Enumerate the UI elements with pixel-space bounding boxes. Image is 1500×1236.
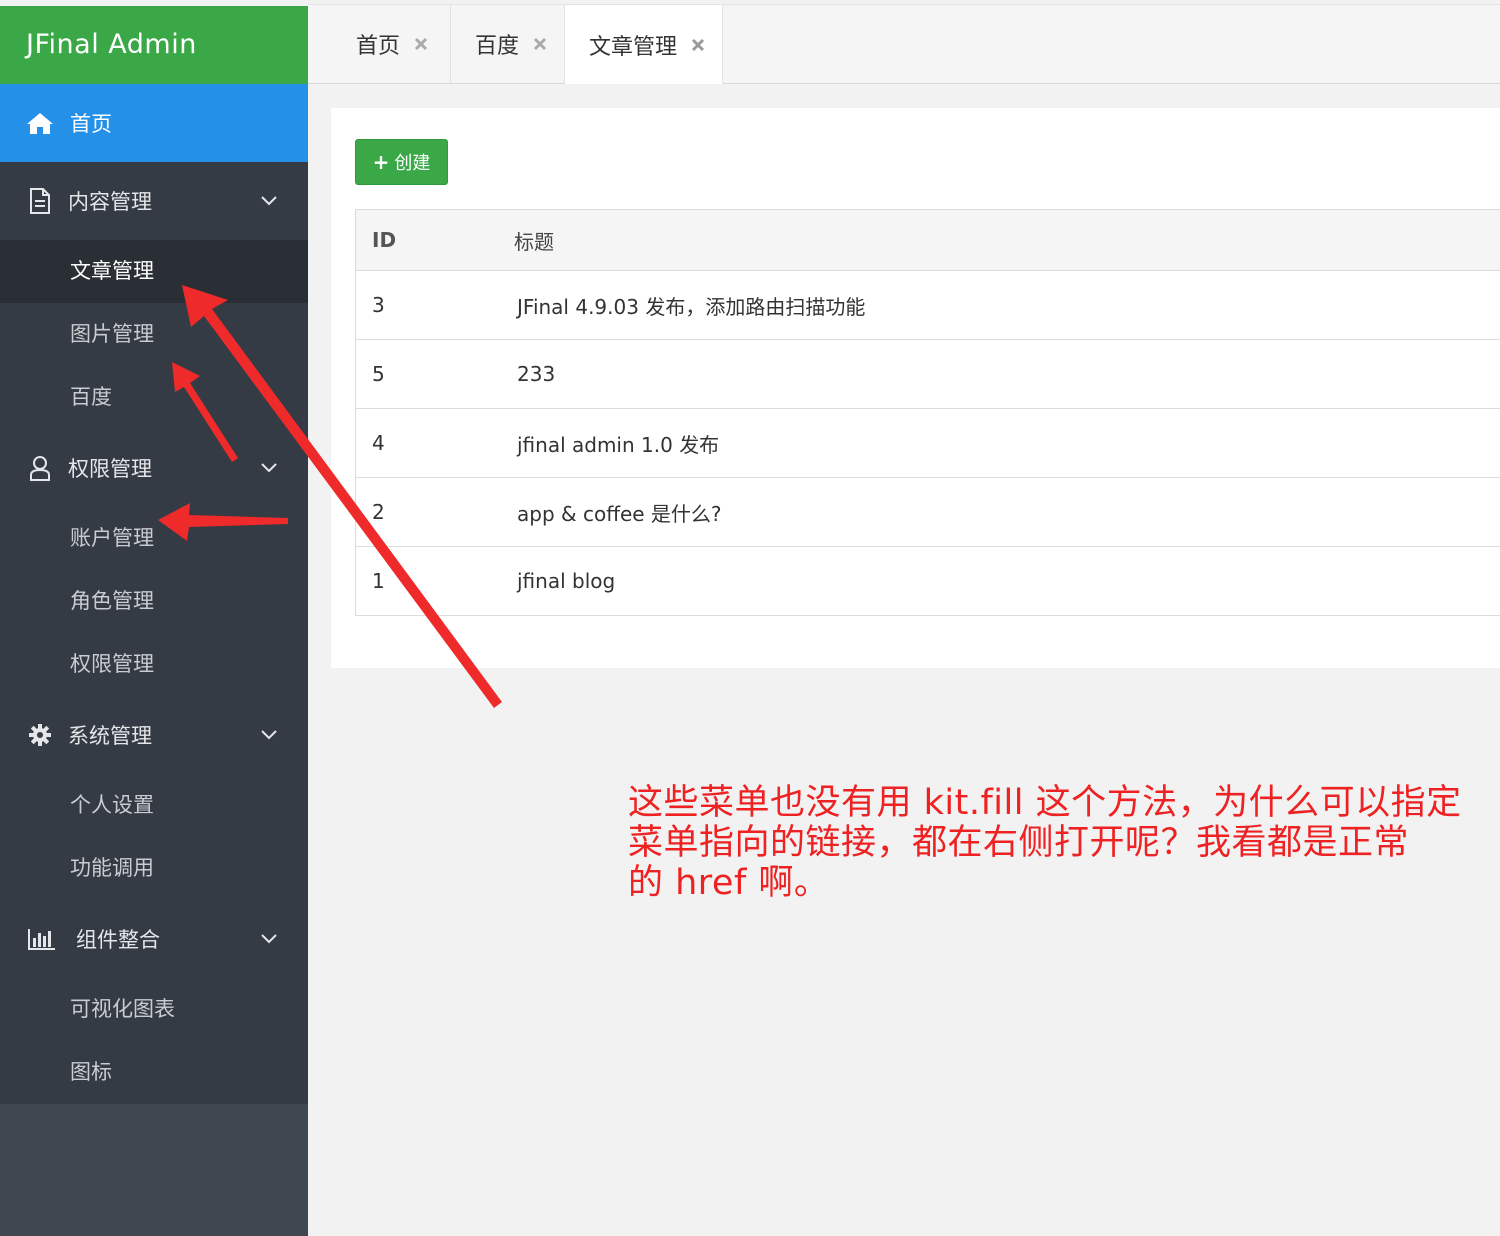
sidebar-item-permissions[interactable]: 权限管理 [0, 633, 308, 696]
content-panel: + 创建 ID 标题 3 JFinal 4.9.03 发布，添加路由扫描功能 5… [331, 108, 1500, 668]
close-icon[interactable] [691, 38, 705, 52]
table-header-row: ID 标题 [355, 209, 1500, 271]
sidebar: 首页 内容管理 文章管理 图片管理 百度 权限管理 账户管理 角色管理 权限管理 [0, 84, 308, 1236]
cell-title: JFinal 4.9.03 发布，添加路由扫描功能 [513, 270, 1500, 340]
sidebar-group-permissions[interactable]: 权限管理 [0, 429, 308, 507]
chevron-down-icon [261, 463, 277, 473]
sidebar-group-content[interactable]: 内容管理 [0, 162, 308, 240]
home-icon [26, 111, 54, 135]
cell-id: 2 [355, 477, 513, 547]
chevron-down-icon [261, 730, 277, 740]
tab-bar: 首页 百度 文章管理 [308, 4, 1500, 84]
sidebar-item-label: 首页 [70, 112, 112, 136]
sidebar-item-articles[interactable]: 文章管理 [0, 240, 308, 303]
cell-id: 4 [355, 408, 513, 478]
table-row[interactable]: 1 jfinal blog [355, 546, 1500, 616]
cell-id: 5 [355, 339, 513, 409]
create-button-label: 创建 [394, 153, 431, 174]
tab-baidu[interactable]: 百度 [451, 5, 565, 83]
table-row[interactable]: 5 233 [355, 339, 1500, 409]
article-table: ID 标题 3 JFinal 4.9.03 发布，添加路由扫描功能 5 233 … [355, 209, 1500, 616]
tab-label: 首页 [356, 34, 401, 59]
sidebar-group-label: 权限管理 [68, 457, 152, 481]
cell-title: jfinal admin 1.0 发布 [513, 408, 1500, 478]
sidebar-menu: 首页 内容管理 文章管理 图片管理 百度 权限管理 账户管理 角色管理 权限管理 [0, 84, 308, 1104]
column-header-id: ID [355, 209, 513, 271]
annotation-line: 菜单指向的链接，都在右侧打开呢？我看都是正常 [628, 823, 1410, 863]
cell-id: 1 [355, 546, 513, 616]
sidebar-item-baidu[interactable]: 百度 [0, 366, 308, 429]
sidebar-group-components[interactable]: 组件整合 [0, 900, 308, 978]
sidebar-group-label: 系统管理 [68, 724, 152, 748]
plus-icon: + [372, 150, 390, 174]
sidebar-item-accounts[interactable]: 账户管理 [0, 507, 308, 570]
close-icon[interactable] [414, 37, 428, 51]
sidebar-item-roles[interactable]: 角色管理 [0, 570, 308, 633]
sidebar-group-label: 内容管理 [68, 190, 152, 214]
table-row[interactable]: 2 app & coffee 是什么? [355, 477, 1500, 547]
cell-title: jfinal blog [513, 546, 1500, 616]
tab-home[interactable]: 首页 [332, 5, 451, 83]
cell-title: 233 [513, 339, 1500, 409]
gear-icon [26, 722, 54, 748]
app-logo[interactable]: JFinal Admin [0, 6, 308, 84]
document-icon [26, 188, 54, 214]
tab-articles[interactable]: 文章管理 [565, 5, 723, 84]
chevron-down-icon [261, 934, 277, 944]
sidebar-item-icons[interactable]: 图标 [0, 1041, 308, 1104]
user-icon [26, 455, 54, 481]
annotation-line: 这些菜单也没有用 kit.fill 这个方法，为什么可以指定 [628, 783, 1462, 823]
column-header-title: 标题 [513, 209, 1500, 271]
table-row[interactable]: 4 jfinal admin 1.0 发布 [355, 408, 1500, 478]
chevron-down-icon [261, 196, 277, 206]
tab-label: 百度 [475, 34, 520, 59]
sidebar-item-home[interactable]: 首页 [0, 84, 308, 162]
sidebar-group-label: 组件整合 [76, 928, 160, 952]
sidebar-item-profile[interactable]: 个人设置 [0, 774, 308, 837]
annotation-text: 这些菜单也没有用 kit.fill 这个方法，为什么可以指定 菜单指向的链接，都… [628, 783, 1488, 903]
sidebar-group-system[interactable]: 系统管理 [0, 696, 308, 774]
cell-id: 3 [355, 270, 513, 340]
bar-chart-icon [26, 926, 58, 952]
annotation-line: 的 href 啊。 [628, 863, 830, 903]
cell-title: app & coffee 是什么? [513, 477, 1500, 547]
sidebar-item-functions[interactable]: 功能调用 [0, 837, 308, 900]
tab-label: 文章管理 [589, 34, 678, 60]
sidebar-item-charts[interactable]: 可视化图表 [0, 978, 308, 1041]
table-row[interactable]: 3 JFinal 4.9.03 发布，添加路由扫描功能 [355, 270, 1500, 340]
sidebar-item-images[interactable]: 图片管理 [0, 303, 308, 366]
create-button[interactable]: + 创建 [355, 139, 448, 185]
close-icon[interactable] [533, 37, 547, 51]
